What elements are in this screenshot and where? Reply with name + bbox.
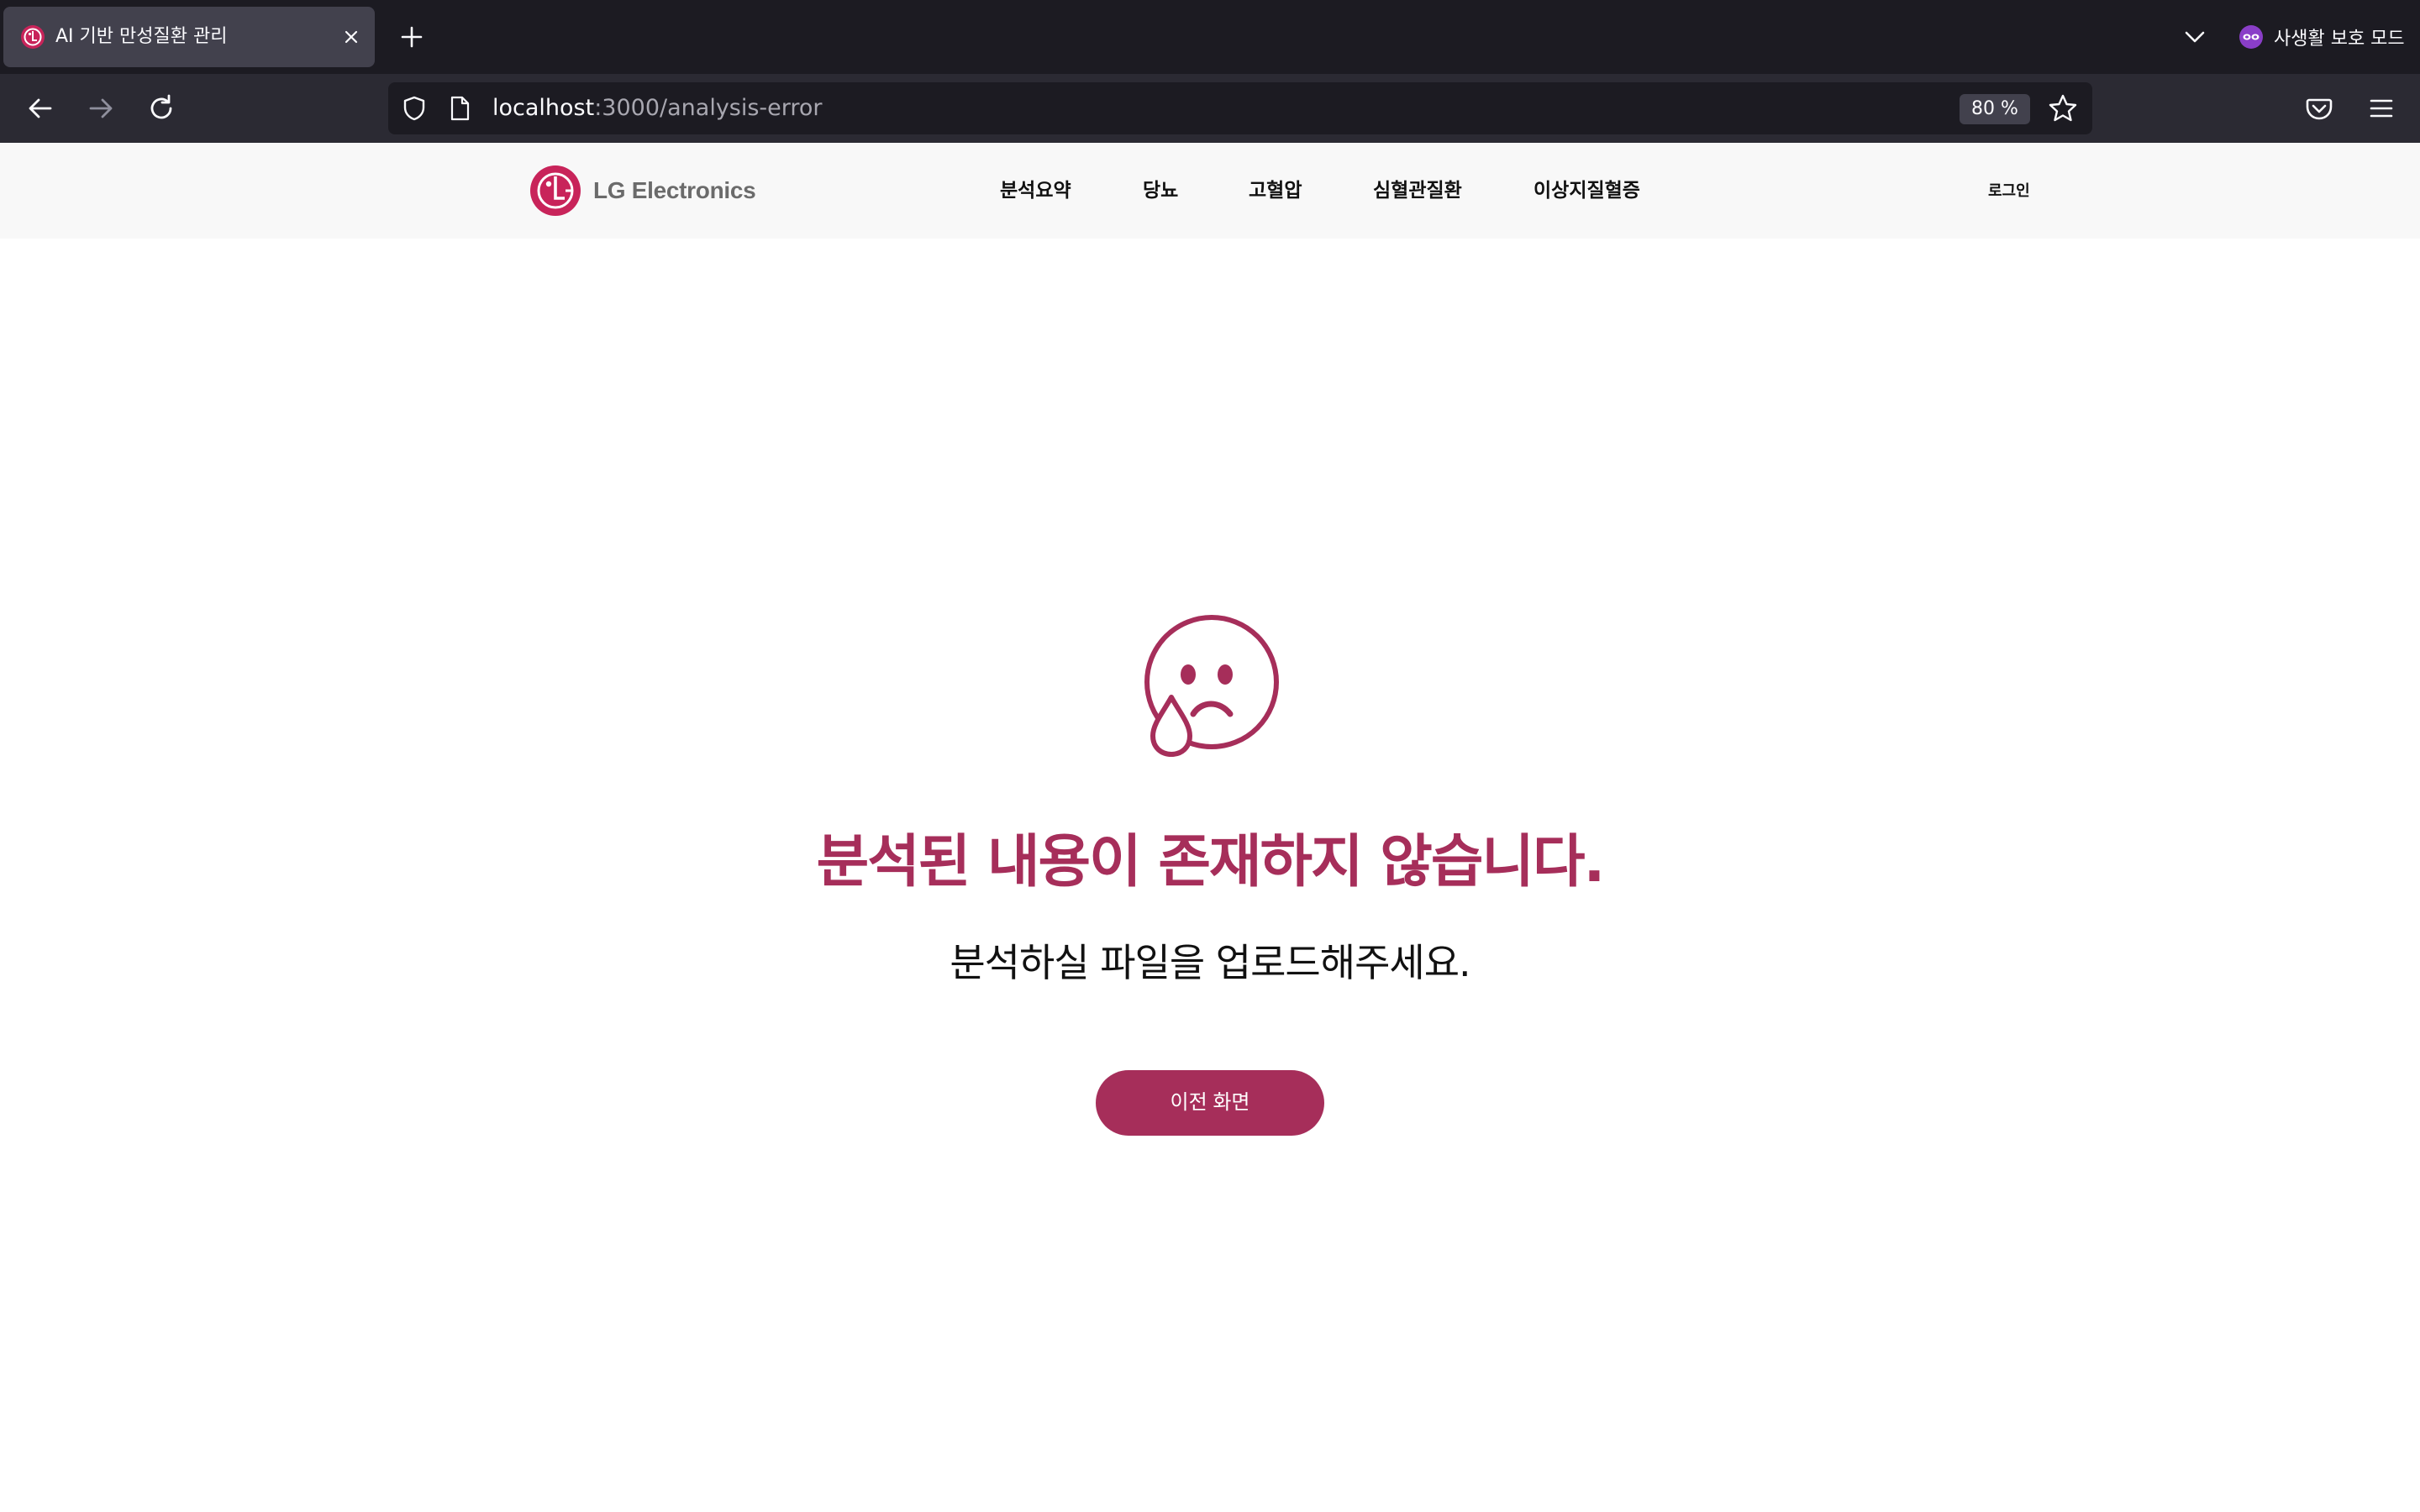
sad-face-icon: [1144, 615, 1279, 757]
previous-screen-button[interactable]: 이전 화면: [1096, 1070, 1324, 1136]
browser-nav-bar: localhost:3000/analysis-error 80 %: [0, 74, 2420, 143]
private-browsing-icon: [2239, 25, 2263, 49]
private-mode-label: 사생활 보호 모드: [2274, 29, 2405, 50]
nav-item-cardiovascular[interactable]: 심혈관질환: [1373, 143, 1462, 239]
url-text[interactable]: localhost:3000/analysis-error: [492, 82, 823, 134]
private-browsing-indicator: 사생활 보호 모드: [2238, 20, 2405, 54]
nav-item-hypertension[interactable]: 고혈압: [1249, 143, 1302, 239]
forward-arrow-icon[interactable]: [82, 90, 119, 127]
plus-icon[interactable]: [395, 20, 429, 54]
login-link[interactable]: 로그인: [1988, 143, 2030, 239]
page-icon: [450, 96, 470, 121]
error-title: 분석된 내용이 존재하지 않습니다.: [816, 829, 1606, 895]
star-icon[interactable]: [2047, 92, 2079, 124]
lg-favicon-icon: [21, 25, 45, 49]
error-subtitle: 분석하실 파일을 업로드해주세요.: [950, 940, 1470, 985]
browser-tab-bar: AI 기반 만성질환 관리 사생활 보호 모드: [0, 0, 2420, 74]
browser-tab[interactable]: AI 기반 만성질환 관리: [3, 7, 375, 67]
site-header: LG Electronics 분석요약 당뇨 고혈압 심혈관질환 이상지질혈증 …: [0, 143, 2420, 239]
zoom-level-button[interactable]: 80 %: [1960, 94, 2030, 124]
nav-item-diabetes[interactable]: 당뇨: [1143, 143, 1178, 239]
nav-item-dyslipidemia[interactable]: 이상지질혈증: [1534, 143, 1640, 239]
url-bar[interactable]: localhost:3000/analysis-error 80 %: [388, 82, 2092, 134]
shield-icon[interactable]: [400, 94, 429, 123]
site-logo[interactable]: LG Electronics: [529, 164, 756, 218]
url-path: :3000/analysis-error: [594, 95, 823, 121]
chevron-down-icon[interactable]: [2180, 22, 2210, 52]
tab-title: AI 기반 만성질환 관리: [55, 26, 228, 47]
nav-item-analysis-summary[interactable]: 분석요약: [1000, 143, 1071, 239]
hamburger-menu-icon[interactable]: [2365, 92, 2398, 125]
reload-icon[interactable]: [143, 90, 180, 127]
brand-name: LG Electronics: [593, 177, 756, 203]
back-arrow-icon[interactable]: [22, 90, 59, 127]
close-icon[interactable]: [338, 24, 365, 50]
pocket-icon[interactable]: [2302, 92, 2336, 125]
url-host: localhost: [492, 95, 595, 121]
lg-logo-icon: [530, 165, 581, 216]
